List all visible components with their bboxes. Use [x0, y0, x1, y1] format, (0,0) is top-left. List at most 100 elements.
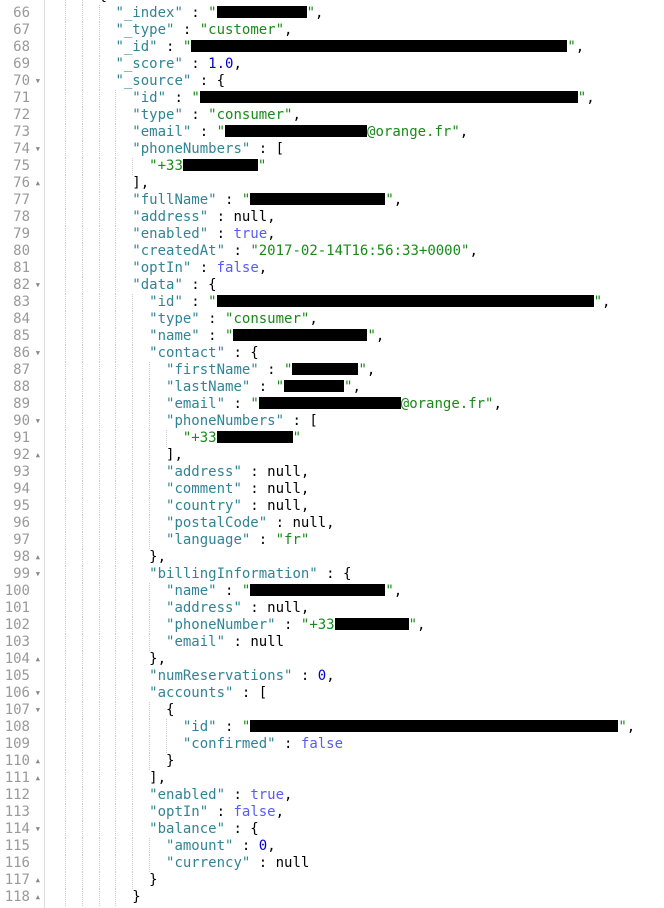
indent-guide: [64, 192, 82, 209]
code-line[interactable]: 111 ▲],: [0, 770, 664, 787]
code-line[interactable]: 108 "id" : " ",: [0, 719, 664, 736]
indent-guide: [48, 685, 65, 702]
indent-guide: [48, 872, 65, 889]
code-line[interactable]: 69 "_score" : 1.0,: [0, 56, 664, 73]
json-key: "optIn": [132, 260, 192, 276]
code-line[interactable]: 106 ▼ "accounts" : [: [0, 685, 664, 702]
code-line[interactable]: 107 ▼ {: [0, 702, 664, 719]
indent-guide: [98, 549, 116, 566]
code-line[interactable]: 90 ▼ "phoneNumbers" : [: [0, 413, 664, 430]
indent-guide: [149, 583, 166, 600]
code-line[interactable]: 77 "fullName" : " ",: [0, 192, 664, 209]
code-line[interactable]: 74 ▼ "phoneNumbers" : [: [0, 141, 664, 158]
line-number: 113: [4, 804, 30, 820]
code-line[interactable]: 66 "_index" : " ",: [0, 5, 664, 22]
indent-guide: [115, 107, 132, 124]
fold-arrow-up-icon[interactable]: ▲: [36, 872, 40, 889]
code-line[interactable]: 100 "name" : " ",: [0, 583, 664, 600]
code-line[interactable]: 70 ▼ "_source" : {: [0, 73, 664, 90]
indent-guide: [98, 345, 116, 362]
json-key: "firstName": [166, 362, 259, 378]
json-punctuation: :: [182, 5, 209, 21]
json-punctuation: }: [149, 872, 158, 888]
code-line[interactable]: 98 ▲},: [0, 549, 664, 566]
code-line[interactable]: 89 "email" : " @orange.fr",: [0, 396, 664, 413]
fold-arrow-down-icon[interactable]: ▼: [36, 73, 40, 90]
code-line[interactable]: 113 "optIn" : false,: [0, 804, 664, 821]
fold-arrow-down-icon[interactable]: ▼: [36, 141, 40, 158]
indent-guide: [64, 583, 82, 600]
code-line[interactable]: 104 ▲},: [0, 651, 664, 668]
code-line[interactable]: 84 "type" : "consumer",: [0, 311, 664, 328]
code-line[interactable]: 73 "email" : " @orange.fr",: [0, 124, 664, 141]
fold-arrow-down-icon[interactable]: ▼: [36, 277, 40, 294]
code-line[interactable]: 112 "enabled" : true,: [0, 787, 664, 804]
code-line[interactable]: 91 "+33 ": [0, 430, 664, 447]
line-gutter: 116: [0, 855, 44, 872]
json-key: "_index": [115, 5, 183, 21]
fold-arrow-up-icon[interactable]: ▲: [36, 753, 40, 770]
indent-guide: [48, 345, 65, 362]
code-line[interactable]: 99 ▼ "billingInformation" : {: [0, 566, 664, 583]
fold-arrow-down-icon[interactable]: ▼: [36, 413, 40, 430]
code-line[interactable]: 79 "enabled" : true,: [0, 226, 664, 243]
code-line[interactable]: 75 "+33 ": [0, 158, 664, 175]
code-line[interactable]: 80 "createdAt" : "2017-02-14T16:56:33+000…: [0, 243, 664, 260]
indent-guide: [115, 209, 132, 226]
fold-arrow-down-icon[interactable]: ▼: [36, 821, 40, 838]
code-line[interactable]: 72 "type" : "consumer",: [0, 107, 664, 124]
code-line[interactable]: 78 "address" : null,: [0, 209, 664, 226]
indent-guide: [81, 158, 99, 175]
indent-guide: [64, 651, 82, 668]
fold-arrow-up-icon[interactable]: ▲: [36, 549, 40, 566]
code-line[interactable]: 88 "lastName" : " ",: [0, 379, 664, 396]
indent-guide: [81, 328, 99, 345]
fold-arrow-up-icon[interactable]: ▲: [36, 889, 40, 906]
code-line[interactable]: 68 "_id" : " ",: [0, 39, 664, 56]
code-line[interactable]: 96 "postalCode" : null,: [0, 515, 664, 532]
code-line[interactable]: 114 ▼ "balance" : {: [0, 821, 664, 838]
code-line[interactable]: 117 ▲}: [0, 872, 664, 889]
json-code-editor[interactable]: 65{66"_index" : "",67"_type" : "customer…: [0, 0, 664, 906]
fold-arrow-up-icon[interactable]: ▲: [36, 175, 40, 192]
code-line[interactable]: 115 "amount" : 0,: [0, 838, 664, 855]
code-line[interactable]: 86 ▼ "contact" : {: [0, 345, 664, 362]
code-line[interactable]: 103 "email" : null: [0, 634, 664, 651]
code-line[interactable]: 71 "id" : " ",: [0, 90, 664, 107]
indent-guide: [81, 719, 99, 736]
code-line[interactable]: 118 ▲}: [0, 889, 664, 906]
code-line[interactable]: 92 ▲],: [0, 447, 664, 464]
code-line[interactable]: 93 "address" : null,: [0, 464, 664, 481]
code-line[interactable]: 97 "language" : "fr": [0, 532, 664, 549]
indent-guide: [115, 600, 132, 617]
code-line[interactable]: 81 "optIn" : false,: [0, 260, 664, 277]
fold-arrow-down-icon[interactable]: ▼: [36, 345, 40, 362]
fold-arrow-up-icon[interactable]: ▲: [36, 447, 40, 464]
line-number: 88: [13, 379, 30, 395]
code-line[interactable]: 102 "phoneNumber" : "+33 ",: [0, 617, 664, 634]
code-line[interactable]: 101 "address" : null,: [0, 600, 664, 617]
code-line[interactable]: 105 "numReservations" : 0,: [0, 668, 664, 685]
code-line[interactable]: 76 ▲],: [0, 175, 664, 192]
json-string: ": [385, 192, 394, 208]
code-line[interactable]: 116 "currency" : null: [0, 855, 664, 872]
code-line[interactable]: 85 "name" : " ",: [0, 328, 664, 345]
fold-arrow-up-icon[interactable]: ▲: [36, 651, 40, 668]
code-line[interactable]: 95 "country" : null,: [0, 498, 664, 515]
code-line[interactable]: 82 ▼ "data" : {: [0, 277, 664, 294]
code-line[interactable]: 87 "firstName" : " ",: [0, 362, 664, 379]
code-line[interactable]: 83 "id" : " ",: [0, 294, 664, 311]
indent-guide: [149, 855, 166, 872]
json-string: ": [208, 294, 217, 310]
fold-arrow-down-icon[interactable]: ▼: [36, 566, 40, 583]
indent-guide: [115, 617, 132, 634]
code-line[interactable]: 110 ▲}: [0, 753, 664, 770]
json-key: "accounts": [149, 685, 234, 701]
code-line[interactable]: 94 "comment" : null,: [0, 481, 664, 498]
fold-arrow-down-icon[interactable]: ▼: [36, 685, 40, 702]
code-line[interactable]: 67 "_type" : "customer",: [0, 22, 664, 39]
code-line[interactable]: 109 "confirmed" : false: [0, 736, 664, 753]
fold-arrow-up-icon[interactable]: ▲: [36, 770, 40, 787]
line-gutter: 66: [0, 5, 44, 22]
fold-arrow-down-icon[interactable]: ▼: [36, 702, 40, 719]
